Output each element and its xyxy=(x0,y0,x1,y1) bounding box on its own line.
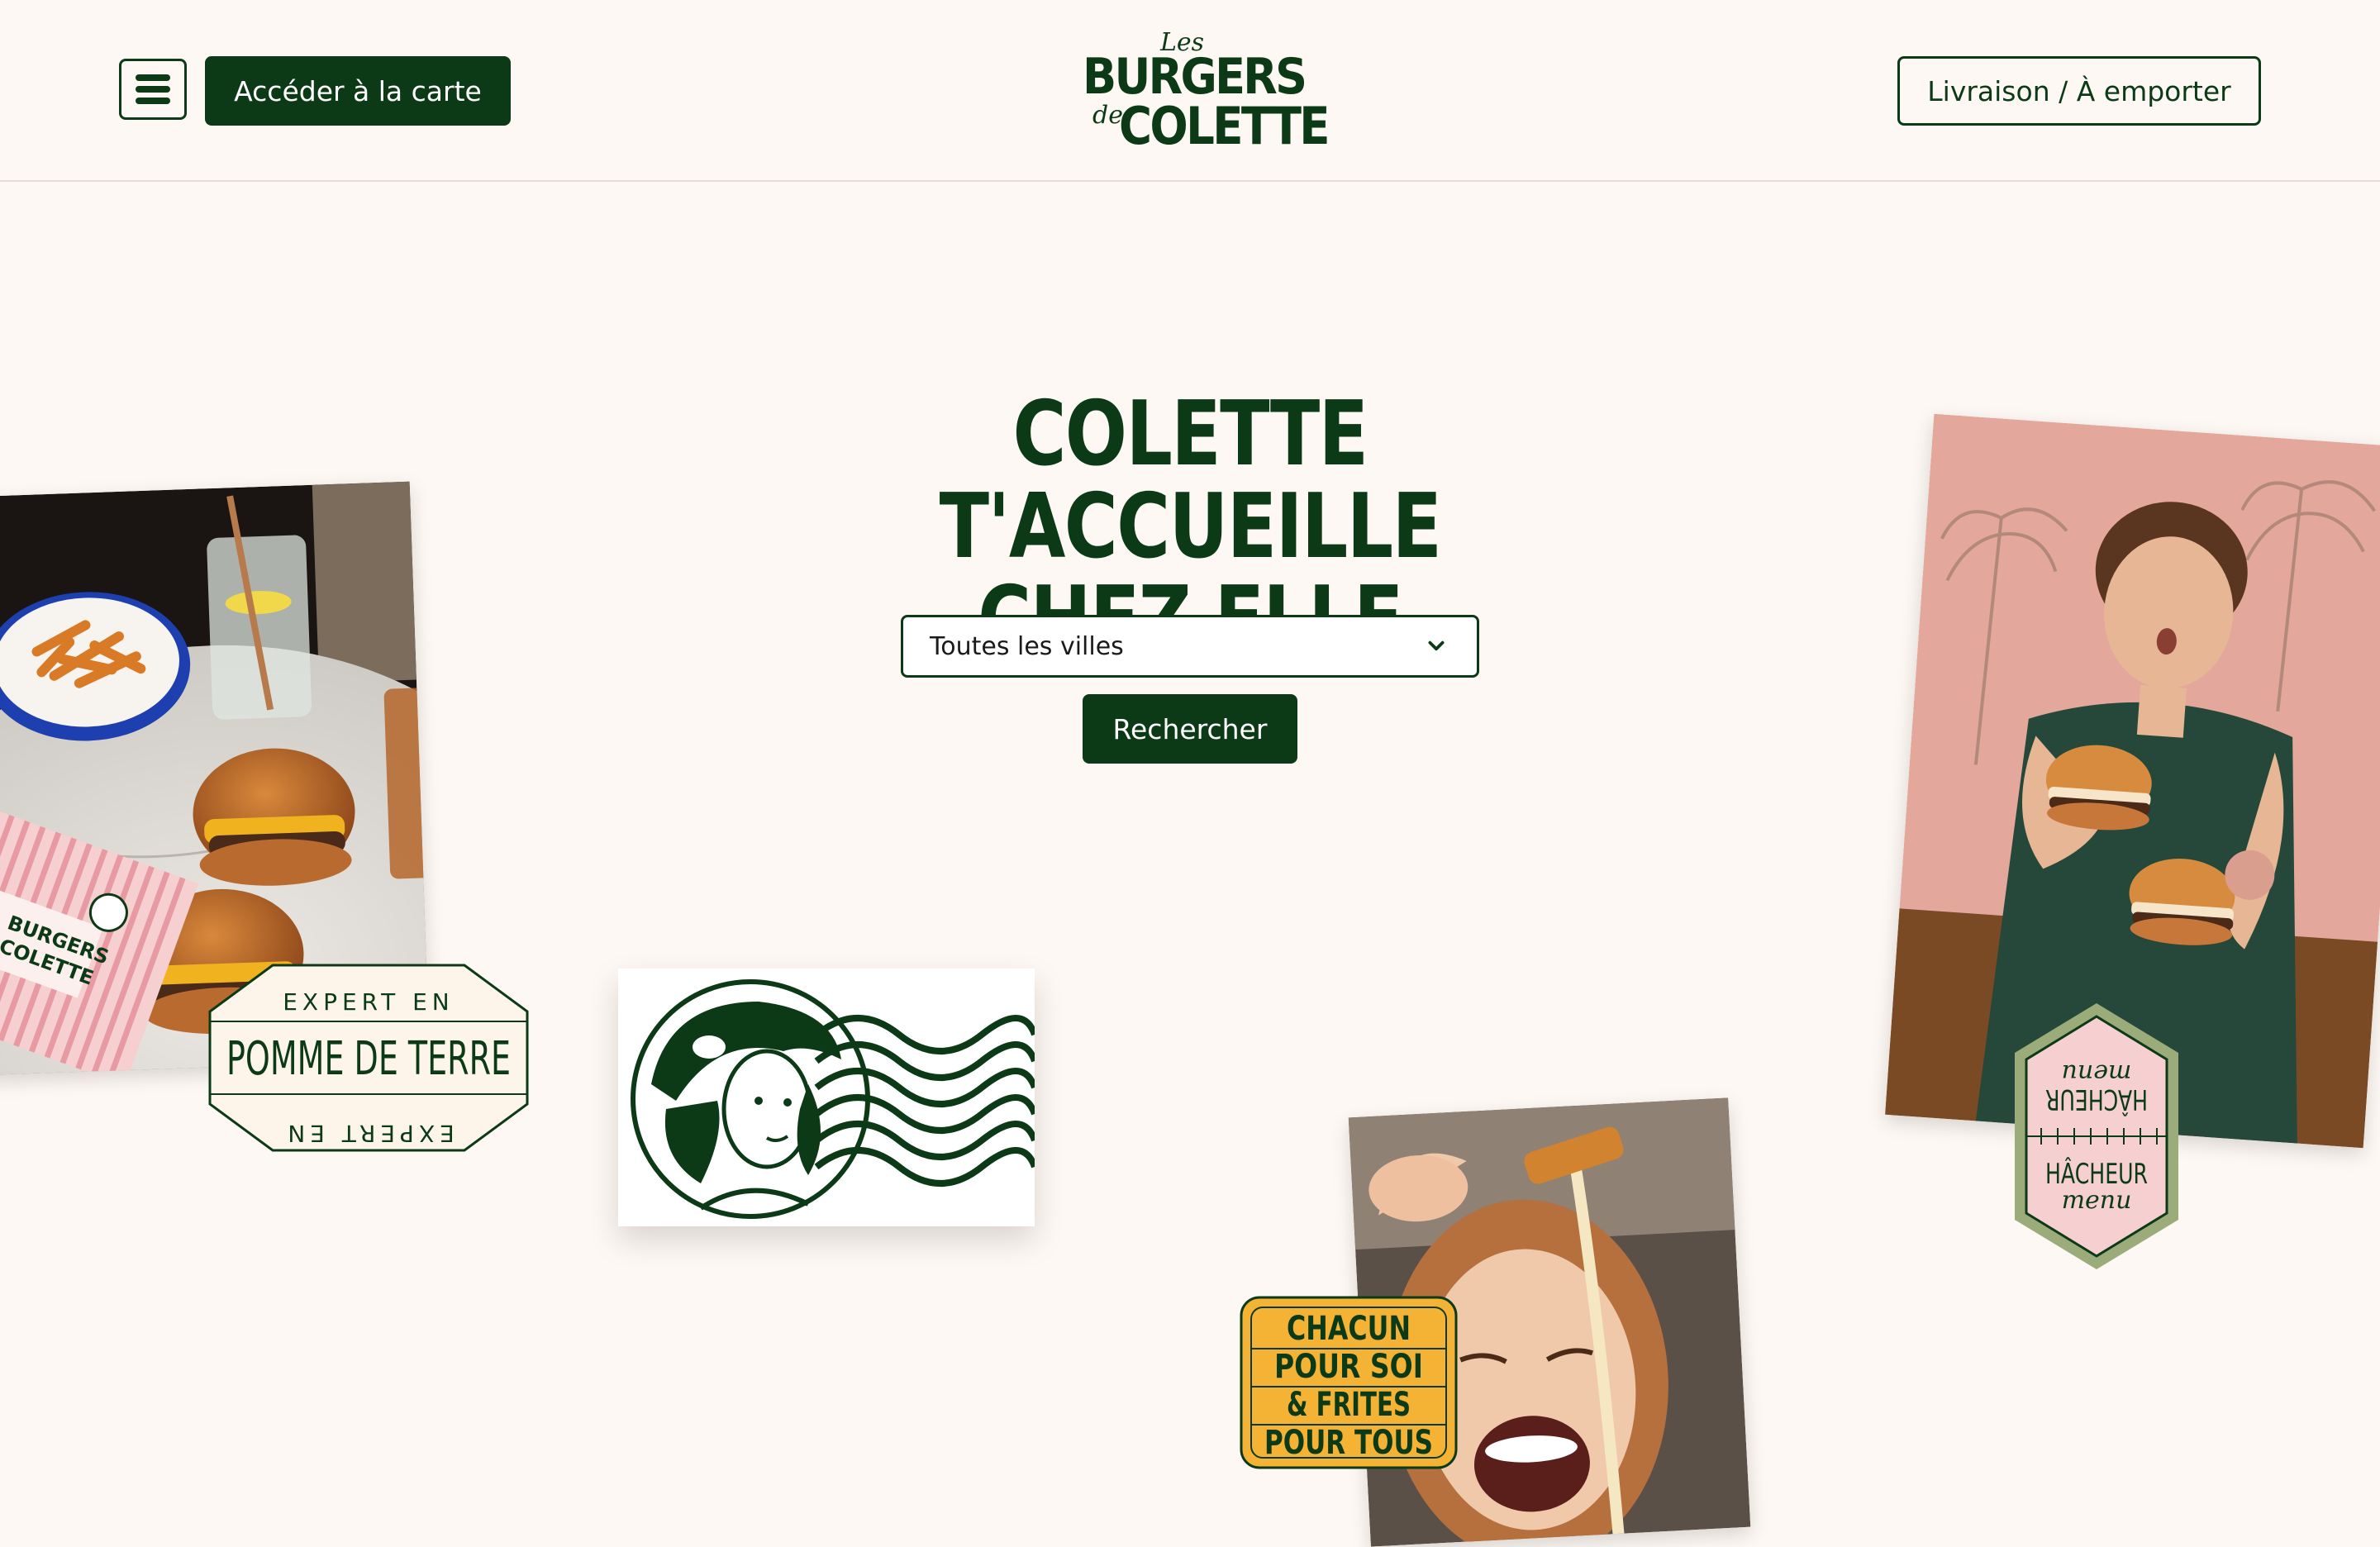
city-select-value: Toutes les villes xyxy=(930,631,1124,661)
hero-title-line-1: COLETTE T'ACCUEILLE xyxy=(939,383,1442,578)
search-button[interactable]: Rechercher xyxy=(1083,694,1297,764)
city-select[interactable]: Toutes les villes xyxy=(901,615,1479,678)
chevron-down-icon xyxy=(1428,640,1445,651)
hacheur-menu-badge: HÂCHEUR menu HÂCHEUR menu xyxy=(2008,1000,2185,1273)
chacun-pour-soi-badge: CHACUN POUR SOI & FRITES POUR TOUS xyxy=(1240,1296,1458,1469)
delivery-takeaway-button[interactable]: Livraison / À emporter xyxy=(1897,56,2261,126)
menu-button[interactable] xyxy=(119,59,187,120)
hamburger-menu-icon xyxy=(136,74,170,104)
potato-badge-top: EXPERT EN xyxy=(283,988,455,1016)
colette-stamp-illustration xyxy=(618,969,1038,1226)
logo-colette: COLETTE xyxy=(1119,96,1330,156)
chacun-line-1: CHACUN xyxy=(1287,1310,1411,1348)
potato-badge-main: POMME DE TERRE xyxy=(226,1032,511,1086)
brand-logo[interactable]: Les BURGERS de COLETTE xyxy=(1074,25,1330,157)
chacun-line-4: POUR TOUS xyxy=(1264,1424,1433,1462)
chacun-line-3: & FRITES xyxy=(1287,1386,1411,1424)
potato-expert-badge: EXPERT EN POMME DE TERRE EXPERT EN xyxy=(207,962,531,1154)
potato-badge-bottom: EXPERT EN xyxy=(283,1120,455,1147)
hacheur-badge-sub-mirrored: menu xyxy=(2062,1059,2132,1088)
hacheur-badge-sub: menu xyxy=(2062,1186,2132,1215)
site-header: Accéder à la carte Les BURGERS de COLETT… xyxy=(0,0,2380,182)
chacun-line-2: POUR SOI xyxy=(1274,1348,1423,1386)
menu-card-button[interactable]: Accéder à la carte xyxy=(205,56,511,126)
